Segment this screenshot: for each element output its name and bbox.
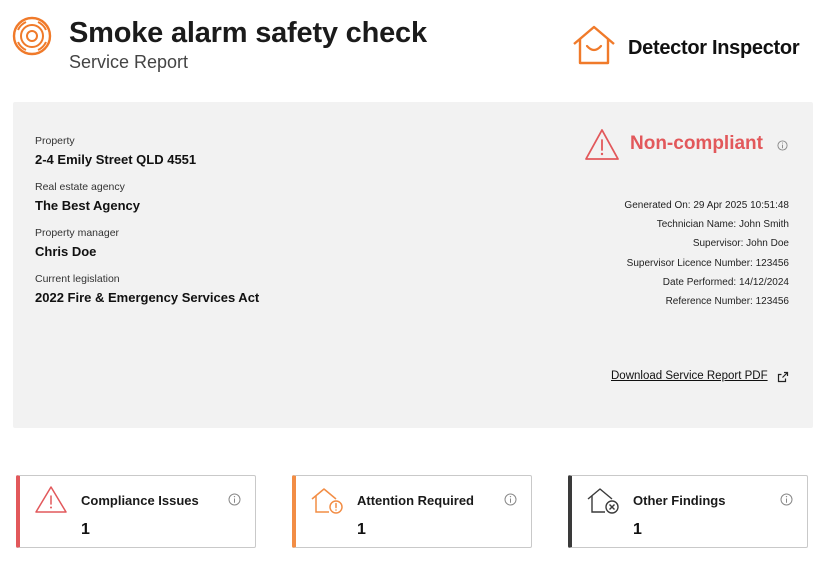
generated-on: Generated On: 29 Apr 2025 10:51:48 [624,200,789,211]
manager-value: Chris Doe [35,244,97,259]
info-icon[interactable] [228,493,241,506]
page-subtitle: Service Report [69,52,189,72]
reference-number: Reference Number: 123456 [665,296,789,307]
warning-triangle-icon [585,129,619,160]
legislation-value: 2022 Fire & Emergency Services Act [35,290,260,305]
brand-name: Detector Inspector [628,37,800,59]
warning-triangle-icon [35,486,67,513]
date-performed: Date Performed: 14/12/2024 [662,277,789,288]
attention-required-tile[interactable]: Attention Required 1 [292,475,532,548]
property-value: 2-4 Emily Street QLD 4551 [35,152,197,167]
tile-title: Other Findings [633,493,726,508]
page-title: Smoke alarm safety check [69,17,427,49]
compliance-status: Non-compliant [630,133,763,154]
technician-name: Technician Name: John Smith [656,219,789,230]
info-icon[interactable] [780,493,793,506]
compliance-issues-tile[interactable]: Compliance Issues 1 [16,475,256,548]
report-details-card: Property 2-4 Emily Street QLD 4551 Real … [13,102,813,428]
status-info-icon[interactable] [777,140,788,151]
property-label: Property [35,135,75,147]
legislation-label: Current legislation [35,273,120,285]
smoke-alarm-icon [12,16,52,56]
house-alert-icon [311,488,343,514]
agency-label: Real estate agency [35,181,125,193]
agency-value: The Best Agency [35,198,140,213]
report-header: Smoke alarm safety check Service Report … [0,0,829,90]
detector-inspector-logo-icon [573,25,615,65]
house-x-icon [587,488,619,514]
manager-label: Property manager [35,227,120,239]
tile-count: 1 [357,521,366,538]
info-icon[interactable] [504,493,517,506]
download-report-link[interactable]: Download Service Report PDF [611,370,768,382]
supervisor-name: Supervisor: John Doe [692,238,789,249]
tile-title: Compliance Issues [81,493,199,508]
external-link-icon[interactable] [777,371,789,383]
tile-count: 1 [81,521,90,538]
supervisor-licence: Supervisor Licence Number: 123456 [626,258,789,269]
tile-title: Attention Required [357,493,474,508]
tile-count: 1 [633,521,642,538]
other-findings-tile[interactable]: Other Findings 1 [568,475,808,548]
